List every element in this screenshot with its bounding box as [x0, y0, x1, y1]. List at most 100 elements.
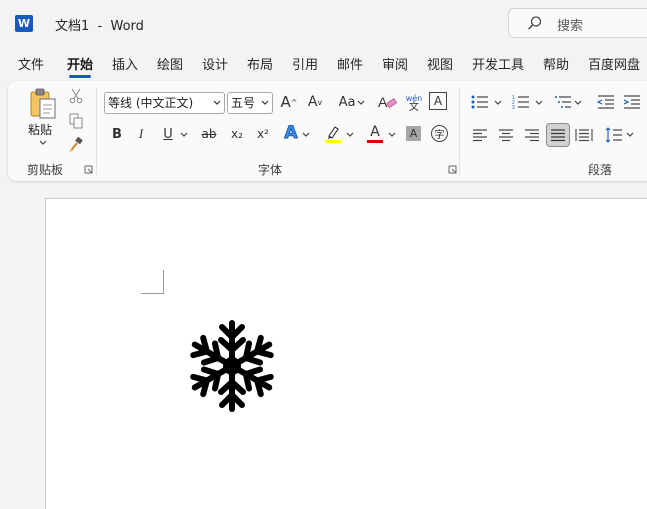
chevron-down-icon: [261, 100, 269, 105]
strikethrough-button[interactable]: ab: [198, 123, 220, 145]
distributed-button[interactable]: [573, 124, 595, 146]
italic-button[interactable]: I: [132, 123, 150, 145]
tab-file[interactable]: 文件: [18, 54, 44, 73]
line-spacing-button[interactable]: [603, 124, 625, 146]
tab-view[interactable]: 视图: [427, 54, 453, 73]
clear-formatting-icon: A: [378, 94, 397, 110]
svg-text:3: 3: [512, 105, 515, 110]
group-separator: [96, 87, 97, 175]
align-center-button[interactable]: [495, 124, 517, 146]
tab-references[interactable]: 引用: [292, 54, 318, 73]
underline-icon: U: [163, 126, 173, 142]
tab-layout[interactable]: 布局: [247, 54, 273, 73]
distributed-icon: [575, 129, 593, 142]
text-effects-chevron-icon[interactable]: [302, 132, 310, 138]
align-right-icon: [525, 129, 539, 142]
ribbon: 粘贴 剪贴板 等线 (中文正文) 五号 A ^ Av Aa A wén 文 A …: [8, 81, 647, 181]
shrink-font-button[interactable]: Av: [304, 91, 326, 113]
tab-help[interactable]: 帮助: [543, 54, 569, 73]
clipboard-group-label: 剪贴板: [27, 163, 64, 177]
word-app-icon[interactable]: W: [15, 15, 33, 32]
numbering-button[interactable]: 1 2 3: [510, 92, 532, 112]
numbering-chevron-icon[interactable]: [535, 100, 543, 106]
font-name-dropdown[interactable]: 等线 (中文正文): [104, 92, 225, 114]
search-box[interactable]: 搜索: [508, 8, 647, 38]
copy-button[interactable]: [66, 111, 86, 131]
tab-design[interactable]: 设计: [202, 54, 228, 73]
multilevel-list-icon: [555, 96, 571, 108]
chevron-down-icon: [213, 100, 221, 105]
bullets-chevron-icon[interactable]: [494, 100, 502, 106]
svg-text:A: A: [378, 94, 388, 110]
highlighter-icon: [325, 126, 341, 143]
enclose-characters-button[interactable]: 字: [431, 125, 448, 142]
bullet-list-icon: [471, 95, 488, 109]
character-shading-button[interactable]: A: [406, 126, 421, 141]
font-size-value: 五号: [231, 96, 256, 110]
decrease-indent-button[interactable]: [595, 92, 617, 112]
character-border-icon: A: [433, 94, 443, 108]
paste-dropdown-chevron-icon[interactable]: [39, 140, 47, 146]
tab-home[interactable]: 开始: [67, 54, 93, 73]
strikethrough-icon: ab: [201, 127, 217, 141]
active-tab-indicator: [69, 75, 91, 78]
shrink-font-icon: A: [307, 94, 318, 110]
decrease-indent-icon: [597, 95, 614, 109]
paintbrush-icon: [69, 137, 83, 152]
font-color-chevron-icon[interactable]: [388, 132, 396, 138]
format-painter-button[interactable]: [66, 135, 86, 155]
font-color-swatch: [367, 139, 383, 143]
bold-icon: B: [112, 126, 122, 142]
search-icon: [528, 16, 542, 30]
multilevel-list-button[interactable]: [552, 92, 574, 112]
font-color-icon: A: [370, 123, 380, 140]
search-placeholder: 搜索: [557, 19, 584, 34]
text-effects-button[interactable]: A: [280, 121, 302, 145]
subscript-icon: x₂: [231, 127, 243, 141]
align-right-button[interactable]: [521, 124, 543, 146]
document-title: 文档1 - Word: [55, 19, 144, 34]
highlight-color-button[interactable]: [322, 123, 344, 145]
document-page[interactable]: [45, 198, 647, 509]
numbered-list-icon: 1 2 3: [512, 95, 529, 110]
increase-indent-button[interactable]: [621, 92, 643, 112]
clipboard-dialog-launcher-icon[interactable]: [84, 165, 94, 175]
clipboard-icon: [30, 88, 56, 119]
tab-insert[interactable]: 插入: [112, 54, 138, 73]
phonetic-guide-bottom: 文: [409, 102, 419, 113]
phonetic-guide-button[interactable]: wén 文: [402, 91, 426, 115]
paste-button[interactable]: [26, 85, 60, 123]
font-dialog-launcher-icon[interactable]: [448, 165, 458, 175]
font-size-dropdown[interactable]: 五号: [227, 92, 273, 114]
tab-review[interactable]: 审阅: [382, 54, 408, 73]
margin-corner-mark: [141, 293, 164, 294]
multilevel-chevron-icon[interactable]: [574, 100, 582, 106]
superscript-button[interactable]: x²: [252, 123, 274, 145]
grow-font-button[interactable]: A ^: [278, 91, 300, 113]
tab-baidu-netdisk[interactable]: 百度网盘: [588, 54, 640, 73]
underline-chevron-icon[interactable]: [180, 132, 188, 138]
clear-formatting-button[interactable]: A: [376, 91, 398, 113]
bold-button[interactable]: B: [108, 123, 126, 145]
character-border-button[interactable]: A: [429, 92, 447, 110]
tab-developer[interactable]: 开发工具: [472, 54, 524, 73]
subscript-button[interactable]: x₂: [226, 123, 248, 145]
underline-button[interactable]: U: [159, 123, 177, 145]
paste-label[interactable]: 粘贴: [28, 121, 52, 138]
snowflake-icon[interactable]: [188, 318, 276, 414]
italic-icon: I: [138, 126, 144, 141]
change-case-chevron-icon[interactable]: [357, 100, 365, 106]
tab-mailings[interactable]: 邮件: [337, 54, 363, 73]
highlight-chevron-icon[interactable]: [346, 132, 354, 138]
tab-draw[interactable]: 绘图: [157, 54, 183, 73]
grow-font-icon: A: [280, 93, 291, 111]
cut-button[interactable]: [66, 86, 86, 106]
font-color-button[interactable]: A: [364, 121, 386, 145]
change-case-icon: Aa: [338, 94, 356, 110]
margin-corner-mark: [163, 270, 164, 294]
align-left-button[interactable]: [469, 124, 491, 146]
group-separator: [459, 87, 460, 175]
justify-button[interactable]: [546, 123, 570, 147]
bullets-button[interactable]: [469, 92, 491, 112]
line-spacing-chevron-icon[interactable]: [626, 132, 634, 138]
